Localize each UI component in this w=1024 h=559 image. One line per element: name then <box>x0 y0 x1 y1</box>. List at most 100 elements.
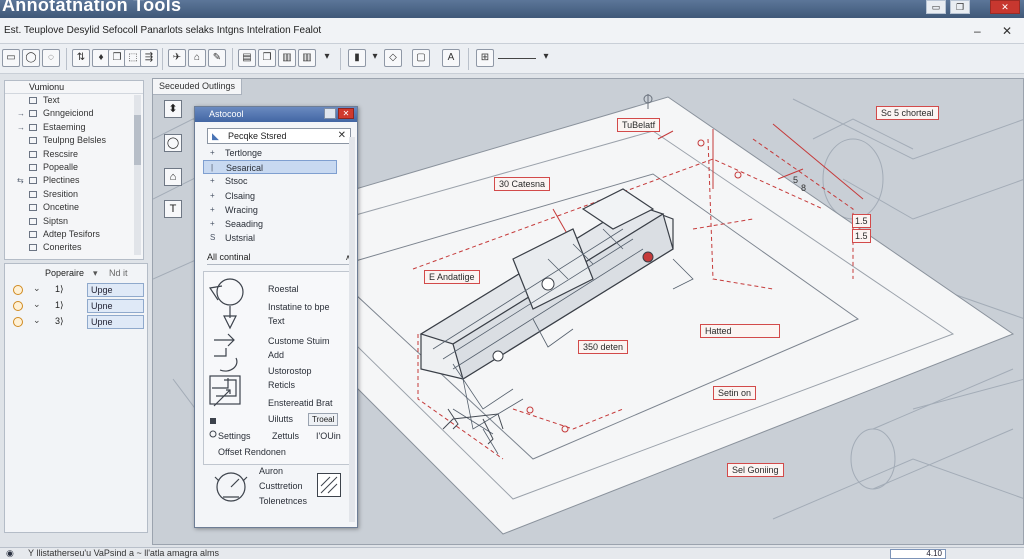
chevron-down-icon[interactable]: ▾ <box>318 49 336 67</box>
tree-item[interactable]: Adtep Tesifors <box>5 228 143 241</box>
layers-tool-button[interactable]: ❐ <box>258 49 276 67</box>
tree-item[interactable]: Rescsire <box>5 148 143 161</box>
rectangle-tool-button[interactable]: ▭ <box>2 49 20 67</box>
tree-item[interactable]: Oncetine <box>5 201 143 214</box>
clear-search-icon[interactable]: ✕ <box>338 129 346 143</box>
treat-button[interactable]: Troeal <box>308 413 339 426</box>
tree-item[interactable]: Siptsn <box>5 215 143 228</box>
annotation-callout[interactable]: Sc 5 chorteal <box>876 106 939 120</box>
option-label[interactable]: Uilutts <box>268 414 293 425</box>
box-tool-button[interactable]: ▢ <box>412 49 430 67</box>
chevron-down-icon[interactable]: ⌄ <box>33 315 41 326</box>
side-mark[interactable]: 1.5 <box>852 229 871 243</box>
close-icon[interactable]: ✕ <box>338 108 354 119</box>
footer-label[interactable]: Custtretion <box>259 481 303 492</box>
option-label[interactable]: Instatine to bpe <box>268 302 330 313</box>
align-tool-button[interactable]: ⇶ <box>140 49 158 67</box>
tree-item[interactable]: Sresition <box>5 188 143 201</box>
scrollbar-thumb[interactable] <box>134 115 141 165</box>
list-tool-button[interactable]: ▤ <box>238 49 256 67</box>
annotation-type-item[interactable]: + Tertlonge <box>203 146 357 160</box>
option-label[interactable]: Enstereatid Brat <box>268 398 333 409</box>
tree-item[interactable]: Popealle <box>5 161 143 174</box>
line-style-preview[interactable] <box>498 58 536 59</box>
settings-option[interactable]: I'OUin <box>316 431 341 442</box>
offset-option[interactable]: Offset Rendonen <box>218 447 286 458</box>
property-row[interactable]: ⌄ 3⟩ Upne <box>5 314 147 330</box>
property-value-field[interactable]: Upne <box>87 315 144 329</box>
annotation-callout[interactable]: Setin on <box>713 386 757 400</box>
property-value-field[interactable]: Upge <box>87 283 144 297</box>
tree-scrollbar[interactable] <box>134 95 141 255</box>
tree-item[interactable]: Teulpng Belsles <box>5 134 143 147</box>
status-value-box[interactable]: 4.10 <box>890 549 946 559</box>
window-minimize-button[interactable] <box>324 108 336 119</box>
annotation-window-title[interactable]: Astocool ✕ <box>195 107 357 122</box>
settings-option[interactable]: Zettuls <box>272 431 299 442</box>
menu-items[interactable]: Est. Teuplove Desylid Sefocoll Panarlots… <box>4 25 321 36</box>
pin-tool-button[interactable]: ⌂ <box>164 168 182 186</box>
footer-label[interactable]: Auron <box>259 466 283 477</box>
menu-minimize-button[interactable]: – <box>974 24 981 38</box>
pencil-tool-button[interactable]: ✎ <box>208 49 226 67</box>
column-tool-button[interactable]: ▮ <box>348 49 366 67</box>
annotation-callout[interactable]: Sel Goniing <box>727 463 784 477</box>
lasso-tool-button[interactable]: ◌ <box>42 49 60 67</box>
option-label[interactable]: Custome Stuim <box>268 336 330 347</box>
table-tool-button[interactable]: ▥ <box>278 49 296 67</box>
annotation-window-scrollbar[interactable] <box>349 137 355 522</box>
chevron-down-icon[interactable]: ⌄ <box>33 283 41 294</box>
table-insert-button[interactable]: ⊞ <box>476 49 494 67</box>
tree-item[interactable]: Text <box>5 94 143 107</box>
annotation-type-item[interactable]: + Clsaing <box>203 189 357 203</box>
home-tool-button[interactable]: ⌂ <box>188 49 206 67</box>
properties-secondary[interactable]: Nd it <box>109 264 128 282</box>
option-label[interactable]: Reticls <box>268 380 295 391</box>
annotation-callout[interactable]: Hatted <box>700 324 780 338</box>
plane-tool-button[interactable]: ✈ <box>168 49 186 67</box>
chevron-down-icon[interactable]: ⌄ <box>33 299 41 310</box>
annotation-search-input[interactable]: ◣ Pecqke Stsred ✕ <box>207 128 351 144</box>
select-tool-button[interactable]: ⬍ <box>164 100 182 118</box>
minimize-button[interactable]: ▭ <box>926 0 946 14</box>
tree-item[interactable]: → Estaeming <box>5 121 143 134</box>
annotation-type-item-selected[interactable]: | Sesarical <box>203 160 337 175</box>
annotation-callout[interactable]: 30 Catesna <box>494 177 551 191</box>
annotation-type-item[interactable]: S Ustsrial <box>203 231 357 245</box>
option-label[interactable]: Roestal <box>268 284 299 295</box>
property-row[interactable]: ⌄ 1⟩ Upge <box>5 282 147 298</box>
grid-tool-button[interactable]: ▥ <box>298 49 316 67</box>
close-window-button[interactable]: ✕ <box>990 0 1020 14</box>
option-label[interactable]: Ustorostop <box>268 366 312 377</box>
annotation-callout[interactable]: 350 deten <box>578 340 629 354</box>
dimension-tool-button[interactable]: ⇅ <box>72 49 90 67</box>
option-label[interactable]: Text <box>268 316 285 327</box>
circle-tool-button[interactable]: ◯ <box>22 49 40 67</box>
annotation-type-item[interactable]: + Wracing <box>203 203 357 217</box>
footer-label[interactable]: Tolenetnces <box>259 496 307 507</box>
side-mark[interactable]: 1.5 <box>852 214 871 228</box>
maximize-button[interactable]: ❐ <box>950 0 970 14</box>
settings-label[interactable]: Settings <box>218 431 251 442</box>
option-label[interactable]: Add <box>268 350 284 361</box>
section-header[interactable]: All continal ∧ <box>207 251 353 266</box>
annotation-callout[interactable]: TuBelatf <box>617 118 661 132</box>
annotation-type-item[interactable]: + Stsoc <box>203 174 357 188</box>
annotation-callout[interactable]: E Andatlige <box>424 270 480 284</box>
hatch-pattern-icon[interactable] <box>317 473 341 497</box>
shape-tool-button[interactable]: ◇ <box>384 49 402 67</box>
property-value-field[interactable]: Upne <box>87 299 144 313</box>
dropdown-arrow[interactable]: ▾ <box>93 264 98 282</box>
text-style-button[interactable]: A <box>442 49 460 67</box>
circle-tool-button[interactable]: ◯ <box>164 134 182 152</box>
menu-close-button[interactable]: ✕ <box>1002 24 1012 38</box>
tree-item[interactable]: Conerites <box>5 241 143 254</box>
chevron-down-icon[interactable]: ▾ <box>537 49 555 67</box>
canvas-tab[interactable]: Seceuded Outlings <box>153 79 243 95</box>
tree-item[interactable]: ⇆ Plectines <box>5 174 143 187</box>
property-row[interactable]: ⌄ 1⟩ Upne <box>5 298 147 314</box>
annotation-type-item[interactable]: + Seaading <box>203 217 357 231</box>
text-tool-button[interactable]: T <box>164 200 182 218</box>
tree-item[interactable]: → Gnngeiciond <box>5 107 143 120</box>
chevron-down-icon[interactable]: ▾ <box>366 49 384 67</box>
